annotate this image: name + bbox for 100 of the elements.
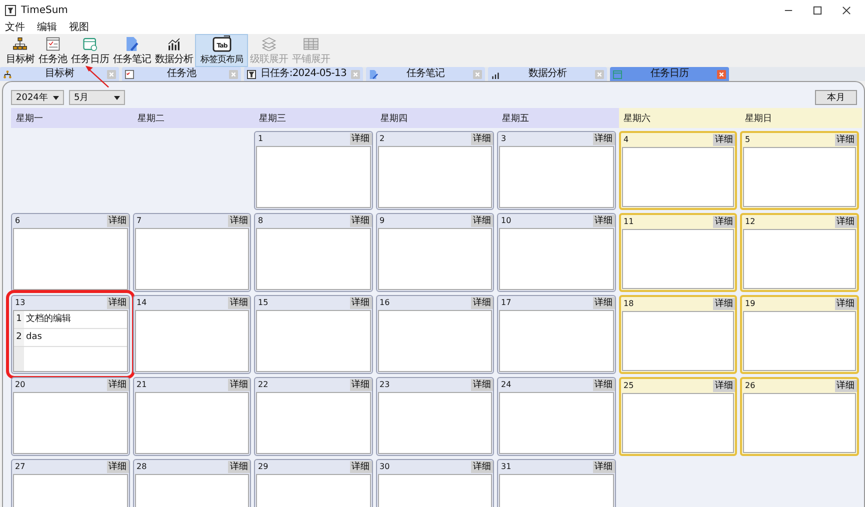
tab[interactable]: 数据分析 [488,67,607,81]
calendar-icon [613,70,622,78]
day-number: 25 [624,381,634,390]
detail-button[interactable]: 详细 [592,378,614,390]
toolbar-button[interactable]: 数据分析 [153,34,195,67]
detail-button[interactable]: 详细 [471,296,493,308]
tab[interactable]: 日任务:2024-05-13 [244,67,363,81]
detail-button[interactable]: 详细 [471,378,493,390]
detail-button[interactable]: 详细 [350,214,372,226]
day-number: 16 [380,298,390,307]
task-item[interactable]: das [24,329,42,346]
detail-button[interactable]: 详细 [713,216,735,228]
month-dropdown[interactable]: 5月 [69,90,125,105]
tab[interactable]: 任务笔记 [366,67,485,81]
detail-button[interactable]: 详细 [228,460,250,472]
weekday-header: 星期四 [376,108,497,128]
detail-button[interactable]: 详细 [228,214,250,226]
tab[interactable]: 任务日历 [610,67,729,81]
detail-button[interactable]: 详细 [106,460,128,472]
tab-label: 任务池 [166,68,198,80]
task-item[interactable]: 文档的编辑 [24,311,71,328]
menu-item[interactable]: 编辑 [37,22,57,34]
day-number: 22 [258,380,268,389]
detail-button[interactable]: 详细 [350,378,372,390]
close-icon[interactable] [842,6,851,15]
detail-button[interactable]: 详细 [350,460,372,472]
current-month-button[interactable]: 本月 [815,90,857,105]
tab[interactable]: 任务池 [122,67,241,81]
weekday-header: 星期三 [254,108,376,128]
weekday-header: 星期一 [11,108,132,128]
caret-icon [114,96,120,100]
tab-label: 任务日历 [649,68,690,80]
day-number: 18 [624,299,634,308]
toolbar-button[interactable]: 任务笔记 [111,34,153,67]
day-number: 7 [136,216,142,225]
detail-button[interactable]: 详细 [106,378,128,390]
day-number: 19 [745,299,756,308]
detail-button[interactable]: 详细 [834,298,856,310]
day-number: 21 [136,380,147,389]
hierarchy-icon [3,70,12,78]
maximize-icon[interactable] [813,6,822,15]
detail-button[interactable]: 详细 [350,132,372,144]
day-number: 20 [15,380,26,389]
detail-button[interactable]: 详细 [834,134,856,146]
toolbar-button[interactable]: 任务池 [36,34,69,67]
day-number: 30 [380,462,390,471]
day-number: 2 [380,134,385,143]
document-pen-icon [369,70,378,78]
menu-item[interactable]: 文件 [5,22,25,34]
day-number: 3 [501,134,506,143]
detail-button[interactable]: 详细 [228,296,250,308]
day-number: 5 [745,135,750,144]
detail-button[interactable]: 详细 [350,296,372,308]
day-number: 29 [258,462,268,471]
day-number: 9 [380,216,385,225]
detail-button[interactable]: 详细 [106,214,128,226]
tab-label: 数据分析 [527,68,568,80]
detail-button[interactable]: 详细 [834,380,856,392]
detail-button[interactable]: 详细 [471,132,493,144]
detail-button[interactable]: 详细 [106,296,128,308]
window-title: TimeSum [21,5,68,16]
detail-button[interactable]: 详细 [228,378,250,390]
detail-button[interactable]: 详细 [834,216,856,228]
detail-button[interactable]: 详细 [592,460,614,472]
year-dropdown[interactable]: 2024年 [11,90,64,105]
weekday-header: 星期五 [497,108,618,128]
detail-button[interactable]: 详细 [713,380,735,392]
tab-label: 日任务:2024-05-13 [260,68,348,80]
grid-icon [301,37,321,51]
day-number: 10 [501,216,512,225]
day-number: 11 [624,217,634,226]
tab[interactable]: 目标树 [0,67,119,81]
checklist-icon [125,70,134,78]
detail-button[interactable]: 详细 [471,214,493,226]
calendar-icon [80,37,100,51]
tab-label: 任务笔记 [405,68,446,80]
detail-button[interactable]: 详细 [592,296,614,308]
row-number: 1 [14,311,24,328]
detail-button[interactable]: 详细 [592,132,614,144]
day-number: 12 [745,217,756,226]
detail-button[interactable]: 详细 [713,134,735,146]
day-number: 28 [136,462,147,471]
weekday-header: 星期日 [740,108,862,128]
day-number: 27 [15,462,26,471]
app-icon [247,70,256,78]
day-number: 13 [15,298,26,307]
weekday-header: 星期二 [132,108,254,128]
detail-button[interactable]: 详细 [471,460,493,472]
bar-chart-icon [491,70,500,78]
menu-item[interactable]: 视图 [69,22,89,34]
day-number: 23 [380,380,390,389]
weekday-header: 星期六 [618,108,740,128]
day-number: 1 [258,134,264,143]
day-number: 8 [258,216,264,225]
day-number: 14 [136,298,147,307]
toolbar-button[interactable]: 任务日历 [69,34,111,67]
detail-button[interactable]: 详细 [713,298,735,310]
toolbar-button[interactable]: 目标树 [4,34,36,67]
day-number: 31 [501,462,512,471]
detail-button[interactable]: 详细 [592,214,614,226]
